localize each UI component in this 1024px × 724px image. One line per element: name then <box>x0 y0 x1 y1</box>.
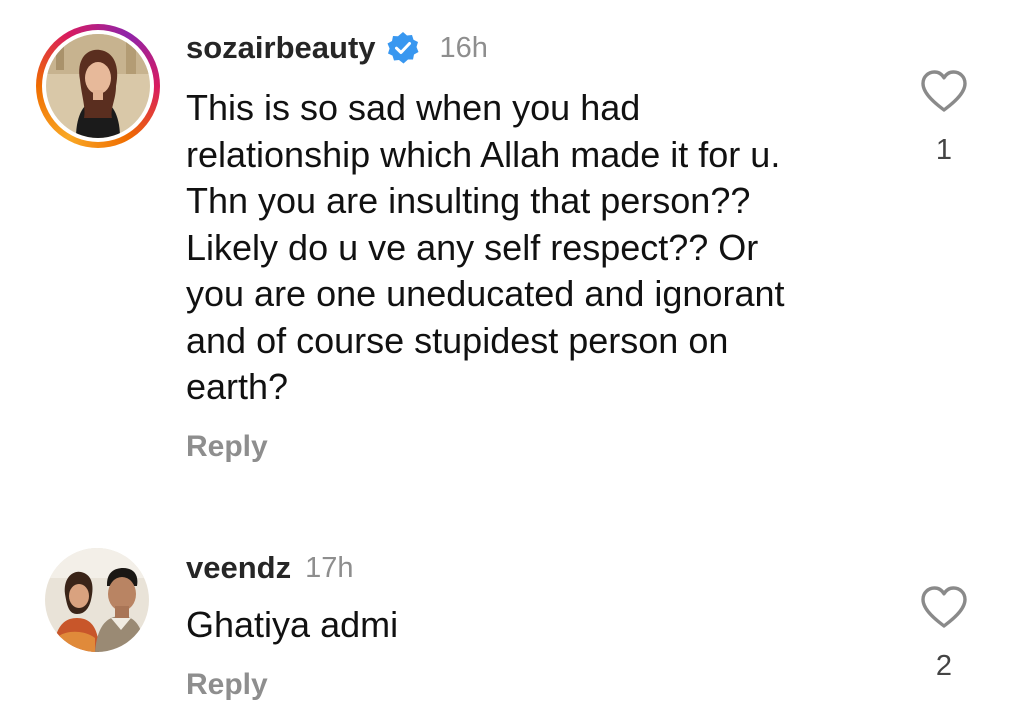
comment-text-line: Likely do u ve any self respect?? Or <box>186 226 759 268</box>
comment-text-line: earth? <box>186 366 289 407</box>
avatar-photo <box>46 34 150 138</box>
avatar[interactable] <box>45 548 149 652</box>
comment-text-line: This is so sad when you had <box>186 87 641 128</box>
comment-text-line: Ghatiya admi <box>186 604 399 645</box>
comment-item: veendz 17h Ghatiya admi Reply 2 <box>0 520 1024 724</box>
comment-header: sozairbeauty 16h <box>186 28 488 68</box>
avatar-photo <box>45 548 149 652</box>
username[interactable]: sozairbeauty <box>186 30 376 66</box>
reply-button[interactable]: Reply <box>186 430 268 464</box>
comment-text-line: and of course stupidest person on <box>186 319 729 361</box>
comment-timestamp: 16h <box>439 31 488 64</box>
comment-text: Ghatiya admi <box>186 602 886 649</box>
like-count: 1 <box>935 134 953 166</box>
comment-text: This is so sad when you had relationship… <box>186 85 886 411</box>
comment-text-line: you are one uneducated and ignorant <box>186 273 785 314</box>
avatar[interactable] <box>46 34 150 138</box>
heart-outline-icon[interactable] <box>919 584 969 630</box>
comment-item: sozairbeauty 16h This is so sad when you… <box>0 0 1024 520</box>
username[interactable]: veendz <box>186 550 291 586</box>
reply-button[interactable]: Reply <box>186 668 268 702</box>
like-count: 2 <box>935 650 953 682</box>
comment-text-line: relationship which Allah made it for u. <box>186 133 781 175</box>
heart-outline-icon[interactable] <box>919 68 969 114</box>
comment-text-line: Thn you are insulting that person?? <box>186 180 751 221</box>
verified-badge-icon <box>386 31 420 65</box>
comment-header: veendz 17h <box>186 548 354 588</box>
comment-timestamp: 17h <box>305 551 354 584</box>
